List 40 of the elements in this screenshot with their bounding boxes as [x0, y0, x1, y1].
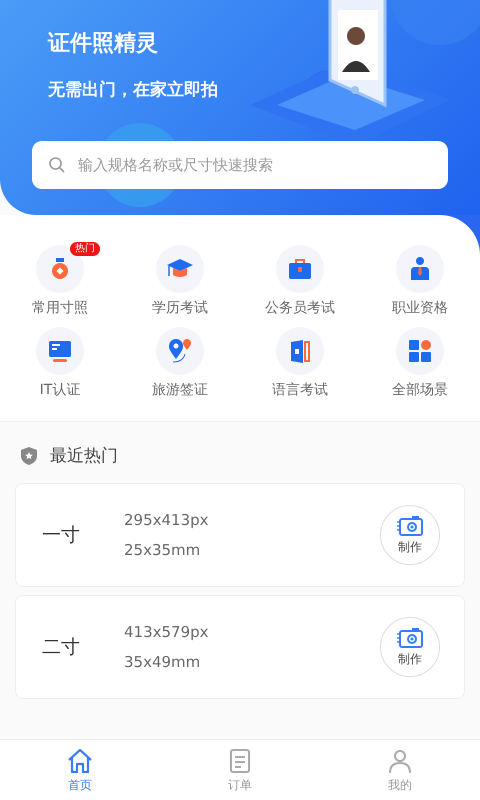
tab-item[interactable]: 我的 — [320, 740, 480, 800]
size-card[interactable]: 二寸 413x579px 35x49mm 制作 — [15, 595, 465, 699]
search-field[interactable]: 输入规格名称或尺寸快速搜索 — [32, 141, 448, 189]
home-icon — [66, 746, 94, 774]
category-item[interactable]: 旅游签证 — [120, 327, 240, 399]
section-title: 最近热门 — [50, 445, 118, 467]
category-item[interactable]: 公务员考试 — [240, 245, 360, 317]
app-slogan: 无需出门，在家立即拍 — [48, 79, 219, 101]
make-button[interactable]: 制作 — [380, 505, 440, 565]
category-item[interactable]: 语言考试 — [240, 327, 360, 399]
category-label: 学历考试 — [152, 299, 208, 317]
print-size: 35x49mm — [124, 653, 202, 671]
size-name: 二寸 — [42, 635, 81, 660]
category-label: 全部场景 — [392, 381, 448, 399]
grid-icon — [406, 337, 434, 365]
category-label: 公务员考试 — [265, 299, 335, 317]
category-item[interactable]: 热门 常用寸照 — [0, 245, 120, 317]
pins-icon — [166, 337, 194, 365]
print-size: 25x35mm — [124, 541, 202, 559]
camera-icon — [396, 514, 424, 536]
pixel-size: 413x579px — [124, 623, 210, 641]
category-label: 旅游签证 — [152, 381, 208, 399]
category-label: 语言考试 — [272, 381, 328, 399]
size-name: 一寸 — [42, 523, 81, 548]
tab-item[interactable]: 首页 — [0, 740, 160, 800]
shield-icon — [20, 446, 38, 466]
category-label: IT认证 — [40, 381, 80, 399]
camera-icon — [396, 626, 424, 648]
category-label: 常用寸照 — [32, 299, 88, 317]
pixel-size: 295x413px — [124, 511, 210, 529]
app-title: 证件照精灵 — [48, 30, 159, 58]
search-icon — [48, 156, 66, 174]
category-item[interactable]: 学历考试 — [120, 245, 240, 317]
make-button[interactable]: 制作 — [380, 617, 440, 677]
category-item[interactable]: IT认证 — [0, 327, 120, 399]
category-item[interactable]: 职业资格 — [360, 245, 480, 317]
size-card[interactable]: 一寸 295x413px 25x35mm 制作 — [15, 483, 465, 587]
category-item[interactable]: 全部场景 — [360, 327, 480, 399]
hot-badge: 热门 — [70, 242, 100, 256]
category-label: 职业资格 — [392, 299, 448, 317]
